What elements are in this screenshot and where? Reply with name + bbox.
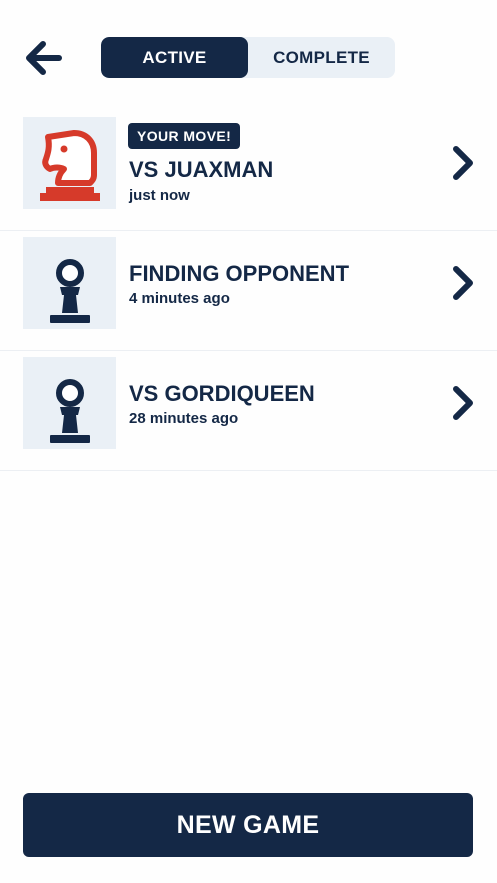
back-button[interactable] <box>22 38 64 78</box>
game-row-juaxman[interactable]: YOUR MOVE! VS JUAXMAN just now <box>0 111 497 231</box>
arrow-left-icon <box>26 41 62 75</box>
game-title: FINDING OPPONENT <box>129 261 350 286</box>
game-time: 4 minutes ago <box>129 290 230 307</box>
pawn-icon <box>49 259 90 323</box>
game-time: just now <box>129 187 190 204</box>
chevron-right-icon <box>448 265 478 301</box>
games-tab-switcher: ACTIVE COMPLETE <box>101 37 395 78</box>
tab-active[interactable]: ACTIVE <box>101 37 248 78</box>
game-title: VS JUAXMAN <box>129 157 274 182</box>
game-title: VS GORDIQUEEN <box>129 381 315 406</box>
game-thumbnail <box>23 237 116 329</box>
game-list-screen: ACTIVE COMPLETE YOUR MOVE! VS JUAXMAN ju… <box>0 0 497 883</box>
new-game-button[interactable]: NEW GAME <box>23 793 473 857</box>
game-list: YOUR MOVE! VS JUAXMAN just now FINDING O… <box>0 111 497 471</box>
game-thumbnail <box>23 357 116 449</box>
your-move-badge: YOUR MOVE! <box>128 123 241 149</box>
pawn-icon <box>49 379 90 443</box>
game-row-finding-opponent[interactable]: FINDING OPPONENT 4 minutes ago <box>0 231 497 351</box>
tab-complete[interactable]: COMPLETE <box>248 37 395 78</box>
game-row-gordiqueen[interactable]: VS GORDIQUEEN 28 minutes ago <box>0 351 497 471</box>
game-time: 28 minutes ago <box>129 410 239 427</box>
knight-icon <box>39 130 100 201</box>
game-thumbnail <box>23 117 116 209</box>
chevron-right-icon <box>448 145 478 181</box>
chevron-right-icon <box>448 385 478 421</box>
